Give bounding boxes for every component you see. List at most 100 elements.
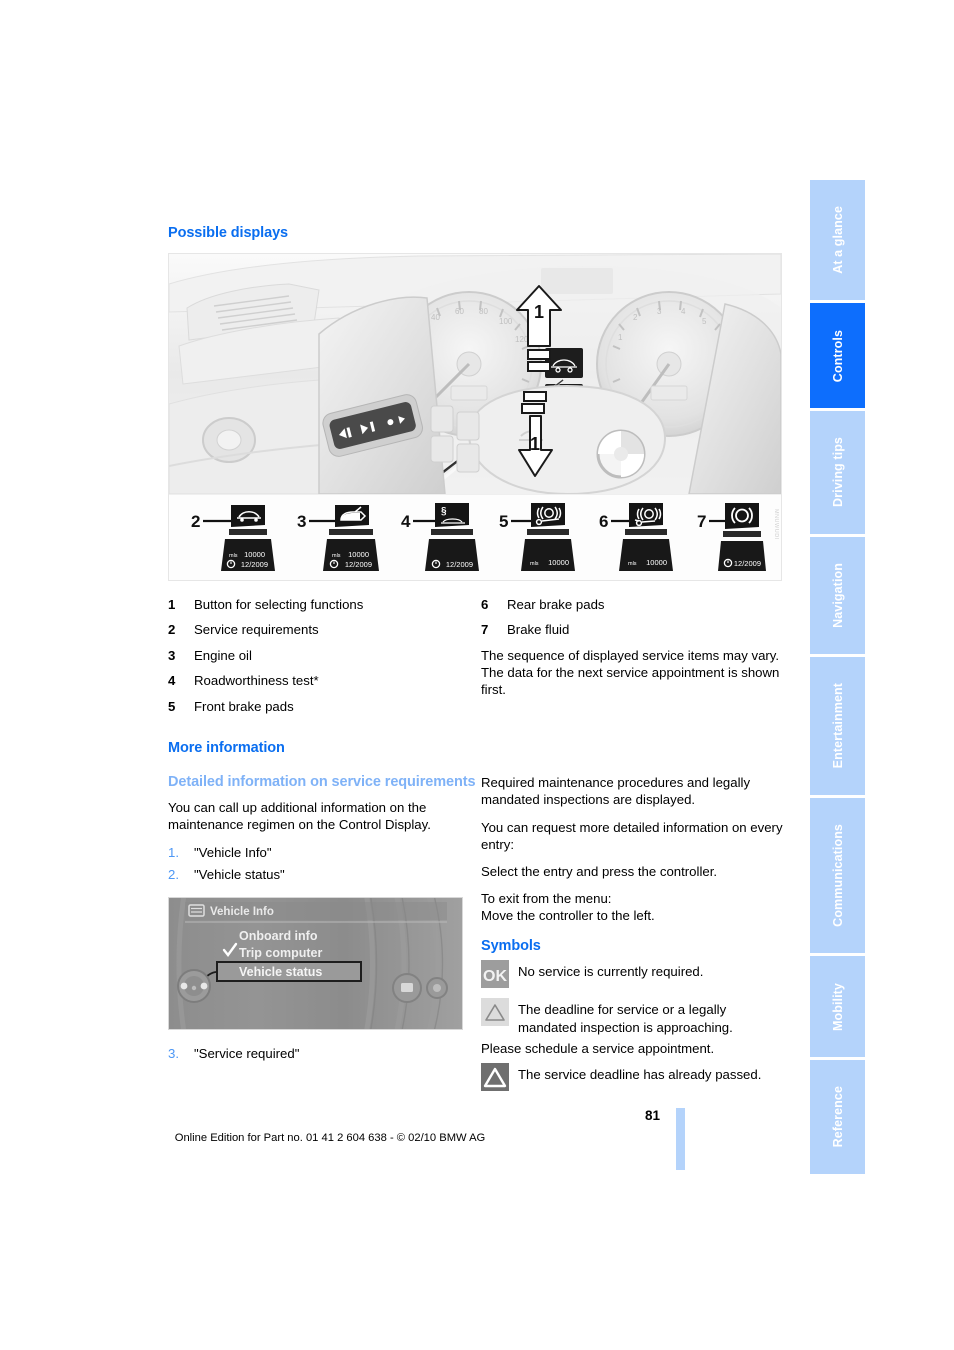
svg-text:100: 100 (499, 317, 513, 326)
symbol-description: The service deadline has already passed. (518, 1066, 762, 1082)
sidebar-tab-communications[interactable]: Communications (810, 798, 865, 954)
symbol-row-warning-light: The deadline for service or a legally ma… (481, 998, 784, 1035)
legend-label: Service requirements (194, 622, 319, 638)
step-number: 1. (168, 845, 179, 861)
step-number: 3. (168, 1045, 179, 1061)
svg-text:10000: 10000 (646, 558, 667, 567)
svg-text:mls: mls (229, 553, 238, 559)
svg-text:1: 1 (534, 302, 544, 322)
legend-label: Rear brake pads (507, 597, 605, 612)
detailed-info-intro: You can call up additional information o… (168, 799, 431, 833)
svg-text:120: 120 (515, 335, 529, 344)
legend-column-left: 1 Button for selecting functions 2 Servi… (168, 595, 476, 722)
svg-text:4: 4 (681, 307, 686, 316)
right-paragraph-2: You can request more detailed informatio… (481, 819, 783, 852)
step-item-3: 3. "Service required" (168, 1044, 476, 1063)
legend-number: 6 (481, 597, 489, 612)
warning-triangle-light-icon (481, 998, 509, 1027)
svg-text:Vehicle status: Vehicle status (239, 965, 322, 979)
sidebar-tab-controls[interactable]: Controls (810, 303, 865, 409)
svg-text:10000: 10000 (348, 550, 369, 559)
step-item-2: 2. "Vehicle status" (168, 865, 476, 884)
chapter-thumb-index: At a glance Controls Driving tips Naviga… (810, 180, 865, 1175)
sidebar-tab-label: Controls (830, 329, 845, 382)
sidebar-tab-label: Communications (830, 824, 845, 928)
legend-number: 3 (168, 647, 176, 663)
symbol-extra-note: Please schedule a service appointment. (481, 1040, 715, 1056)
svg-text:mls: mls (628, 561, 637, 567)
symbol-row-ok: OK No service is currently required. (481, 960, 784, 989)
svg-text:12/2009: 12/2009 (241, 560, 268, 569)
figure-watermark: MNUWUDI (773, 509, 779, 540)
legend-column-right: 6 Rear brake pads 7 Brake fluid The sequ… (476, 595, 784, 722)
legend-number: 4 (168, 673, 176, 689)
section-title-more-information: More information (168, 740, 285, 757)
legend-label: Roadworthiness test* (194, 673, 319, 689)
svg-text:10000: 10000 (244, 550, 265, 559)
svg-text:mls: mls (530, 561, 539, 567)
sidebar-tab-driving-tips[interactable]: Driving tips (810, 411, 865, 534)
right-paragraph-4: To exit from the menu: Move the controll… (481, 891, 655, 924)
legend-item: 4 Roadworthiness test* (168, 671, 476, 691)
subsection-title-detailed-information: Detailed information on service requirem… (168, 774, 476, 791)
svg-text:7: 7 (697, 512, 706, 531)
step-label: "Service required" (194, 1045, 300, 1061)
legend-item: 5 Front brake pads (168, 697, 476, 717)
svg-text:2: 2 (633, 313, 638, 322)
svg-text:80: 80 (479, 307, 488, 316)
legend-number: 2 (168, 622, 176, 638)
sidebar-tab-label: Mobility (830, 982, 845, 1031)
svg-text:2: 2 (191, 512, 200, 531)
sidebar-tab-label: Driving tips (830, 437, 845, 508)
svg-text:5: 5 (702, 317, 707, 326)
svg-text:40: 40 (431, 313, 440, 322)
page-edge-marker (676, 1108, 685, 1170)
right-paragraph-1: Required maintenance procedures and lega… (481, 775, 751, 808)
svg-text:1: 1 (618, 333, 623, 342)
legend-number: 5 (168, 698, 176, 714)
legend-item: 2 Service requirements (168, 620, 476, 640)
legend-item: 7 Brake fluid (481, 620, 784, 640)
svg-text:Trip computer: Trip computer (239, 946, 322, 960)
svg-text:12/2009: 12/2009 (734, 559, 761, 568)
service-display-icons-row: 2 mls 10000 12/2009 3 mls 10000 12/2009 … (169, 494, 781, 580)
figure-instrument-cluster: 2040 6080 100120 (168, 253, 782, 581)
sidebar-tab-label: Navigation (830, 562, 845, 628)
sidebar-tab-navigation[interactable]: Navigation (810, 536, 865, 655)
svg-text:3: 3 (297, 512, 306, 531)
svg-text:5: 5 (499, 512, 508, 531)
sidebar-tab-reference[interactable]: Reference (810, 1060, 865, 1175)
page-content: Possible displays 40 60 80 100 120 1 2 3… (168, 225, 784, 1095)
sidebar-tab-entertainment[interactable]: Entertainment (810, 657, 865, 796)
svg-text:4: 4 (401, 512, 411, 531)
svg-text:§: § (441, 506, 447, 517)
legend-item: 6 Rear brake pads (481, 595, 784, 615)
dashboard-illustration: 2040 6080 100120 (169, 254, 781, 494)
ok-badge-icon: OK (481, 960, 509, 989)
svg-text:10000: 10000 (548, 558, 569, 567)
sidebar-tab-label: Entertainment (830, 683, 845, 769)
warning-triangle-dark-icon (481, 1062, 509, 1091)
svg-text:1: 1 (530, 434, 540, 454)
sidebar-tab-label: At a glance (830, 206, 845, 275)
more-information-columns: Detailed information on service requirem… (168, 774, 784, 1095)
svg-text:6: 6 (599, 512, 608, 531)
legend-item: 3 Engine oil (168, 646, 476, 666)
legend-item: 1 Button for selecting functions (168, 595, 476, 615)
step-label: "Vehicle Info" (194, 845, 272, 861)
section-title-symbols: Symbols (481, 938, 541, 955)
control-display-screenshot: Vehicle Info Onboard info Trip computer … (168, 896, 463, 1030)
page-number: 81 (644, 1108, 660, 1123)
more-info-right-column: Required maintenance procedures and lega… (476, 774, 784, 1095)
sidebar-tab-at-a-glance[interactable]: At a glance (810, 180, 865, 301)
svg-text:OK: OK (483, 968, 507, 985)
symbol-description: The deadline for service or a legally ma… (518, 1002, 733, 1035)
more-info-left-column: Detailed information on service requirem… (168, 774, 476, 1095)
legend-label: Front brake pads (194, 698, 294, 714)
step-number: 2. (168, 867, 179, 883)
sidebar-tab-mobility[interactable]: Mobility (810, 956, 865, 1058)
legend-note: The sequence of displayed service items … (481, 647, 780, 698)
page-title-possible-displays: Possible displays (168, 225, 288, 241)
svg-text:Onboard info: Onboard info (239, 929, 318, 943)
footer-edition-text: Online Edition for Part no. 01 41 2 604 … (174, 1132, 486, 1144)
